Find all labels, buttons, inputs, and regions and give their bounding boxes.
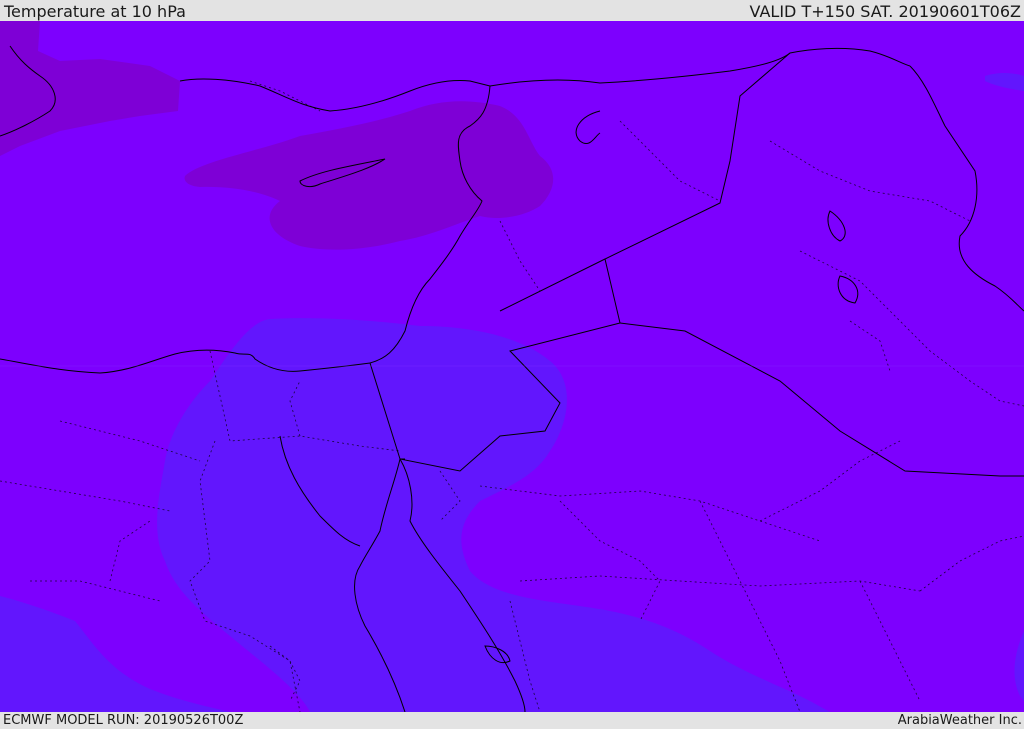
weather-map [0, 21, 1024, 712]
header-bar: Temperature at 10 hPa VALID T+150 SAT. 2… [0, 0, 1024, 21]
map-canvas [0, 21, 1024, 712]
footer-bar: ECMWF MODEL RUN: 20190526T00Z ArabiaWeat… [0, 712, 1024, 729]
credit-label: ArabiaWeather Inc. [897, 713, 1022, 728]
map-title: Temperature at 10 hPa [4, 2, 186, 21]
model-run-label: ECMWF MODEL RUN: 20190526T00Z [3, 713, 244, 728]
valid-time-label: VALID T+150 SAT. 20190601T06Z [749, 2, 1021, 21]
